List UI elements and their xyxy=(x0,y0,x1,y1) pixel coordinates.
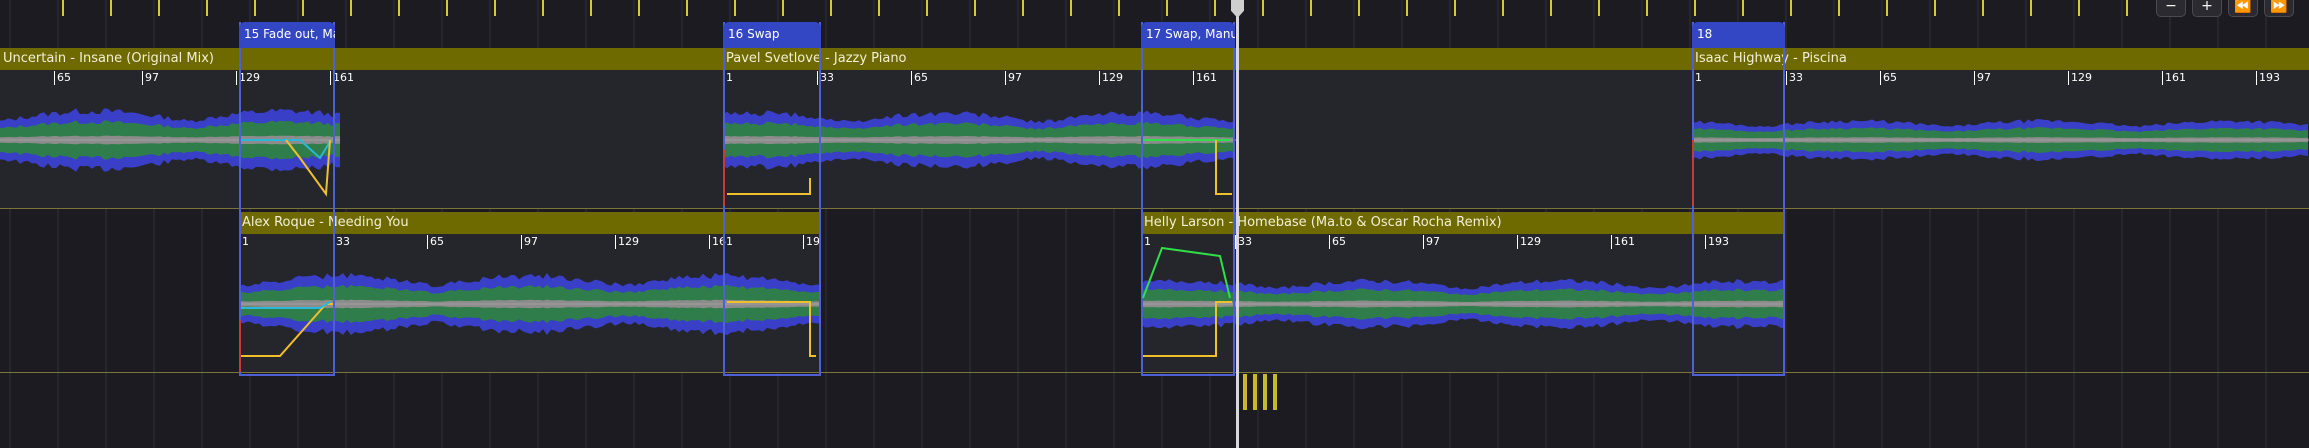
envelope-swap-17-green-bottom xyxy=(1142,246,1231,299)
envelope-fadein-cyan xyxy=(241,301,331,309)
cue-marker[interactable] xyxy=(1273,374,1277,410)
envelope-swap-17-yellow-bottom xyxy=(1143,301,1232,357)
automation-envelopes[interactable] xyxy=(0,0,2309,448)
envelope-swap-16-bottom xyxy=(727,301,816,357)
envelope-fadein-yellow xyxy=(241,303,333,357)
cue-marker[interactable] xyxy=(1243,374,1247,410)
envelope-swap-16-top xyxy=(727,178,811,195)
envelope-fade-cyan xyxy=(241,139,332,160)
cue-marker[interactable] xyxy=(1263,374,1267,410)
playhead-line[interactable] xyxy=(1236,0,1239,448)
cue-marker[interactable] xyxy=(1253,374,1257,410)
envelope-swap-17-yellow-top xyxy=(1215,140,1232,195)
